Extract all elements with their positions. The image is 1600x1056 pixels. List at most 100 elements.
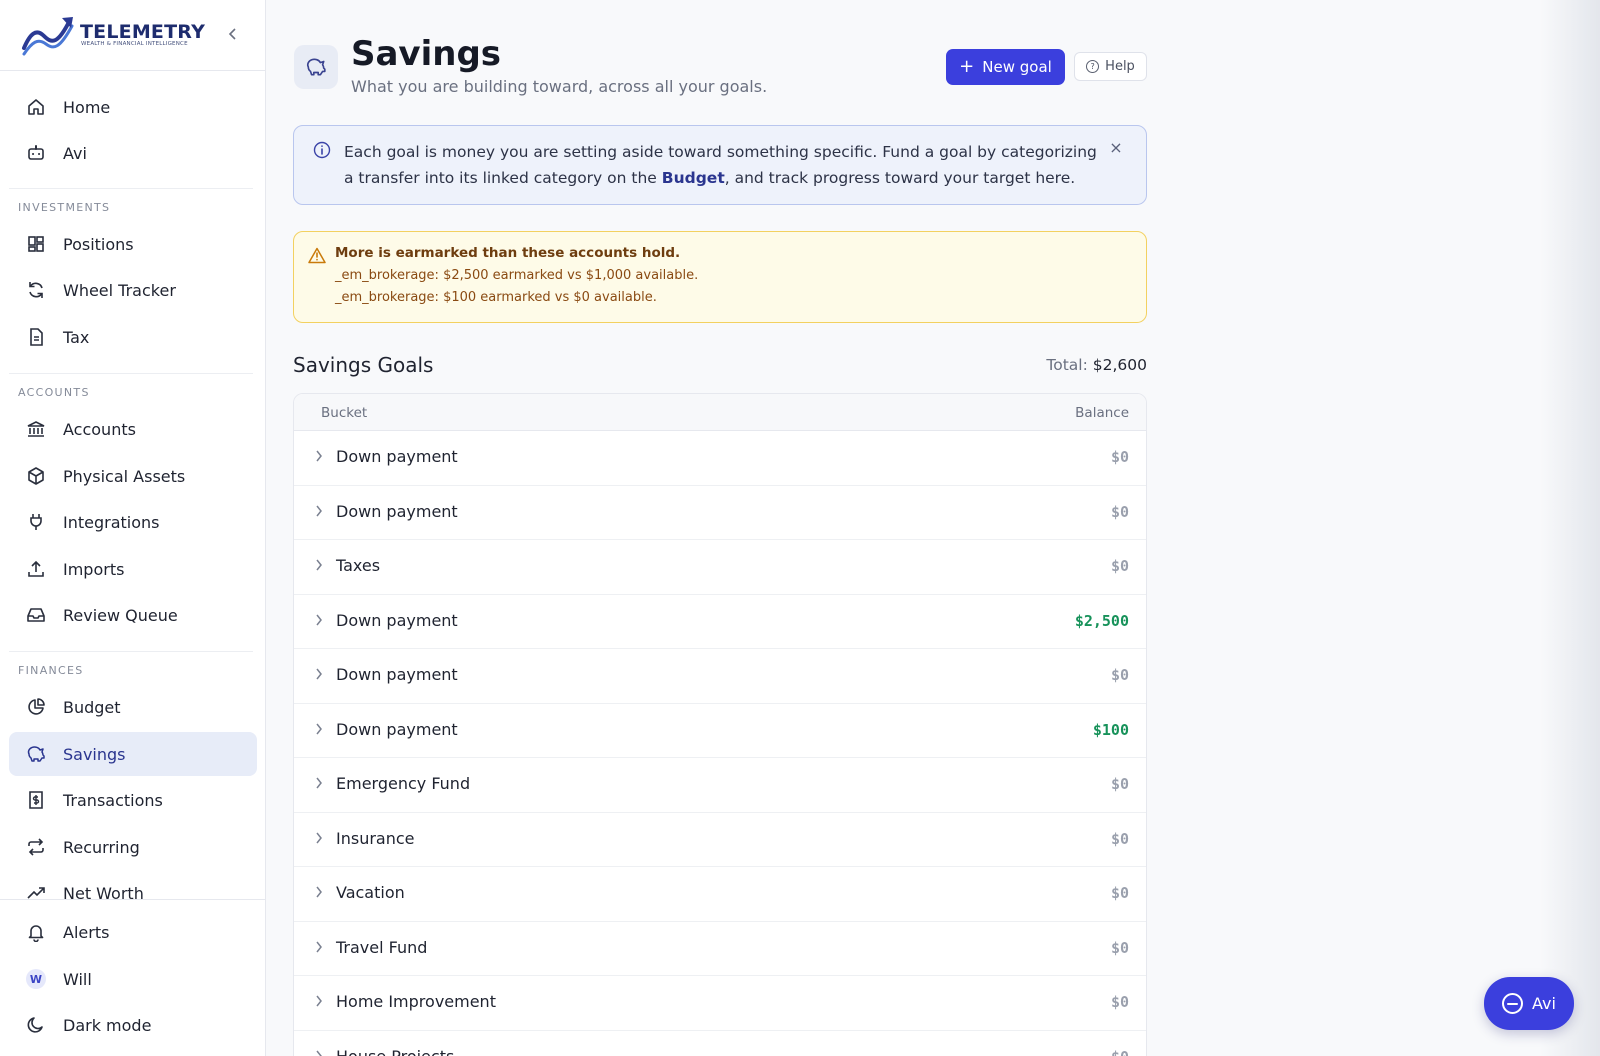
sidebar-item-label: Savings (63, 744, 126, 764)
table-row[interactable]: Home Improvement $0 (294, 976, 1146, 1031)
table-row[interactable]: Down payment $2,500 (294, 595, 1146, 649)
sidebar-item-recurring[interactable]: Recurring (9, 825, 257, 869)
chevron-right-icon[interactable] (312, 504, 326, 518)
document-icon (25, 326, 47, 348)
sidebar-item-tax[interactable]: Tax (9, 315, 257, 359)
bot-icon (25, 142, 47, 164)
table-row[interactable]: Down payment $0 (294, 431, 1146, 486)
chevron-right-icon[interactable] (312, 722, 326, 736)
refresh-icon (25, 279, 47, 301)
pie-chart-icon (25, 696, 47, 718)
chevron-right-icon[interactable] (312, 667, 326, 681)
sidebar-item-label: Accounts (63, 419, 136, 439)
close-icon[interactable]: × (1107, 138, 1125, 157)
sidebar-item-label: Budget (63, 697, 121, 717)
sidebar-item-budget[interactable]: Budget (9, 685, 257, 729)
table-row[interactable]: Taxes $0 (294, 540, 1146, 595)
divider (9, 651, 253, 652)
bell-icon (25, 921, 47, 943)
sidebar-item-physical-assets[interactable]: Physical Assets (9, 454, 257, 498)
goal-balance: $0 (1110, 557, 1129, 575)
help-button[interactable]: ? Help (1074, 52, 1147, 81)
sidebar-item-savings[interactable]: Savings (9, 732, 257, 776)
section-label-accounts: ACCOUNTS (18, 386, 90, 399)
new-goal-button[interactable]: + New goal (946, 49, 1065, 85)
sidebar-item-imports[interactable]: Imports (9, 547, 257, 591)
warning-line: _em_brokerage: $100 earmarked vs $0 avai… (335, 290, 657, 305)
chevron-right-icon[interactable] (312, 885, 326, 899)
goal-balance: $0 (1110, 448, 1129, 466)
bank-icon (25, 418, 47, 440)
budget-link[interactable]: Budget (662, 169, 725, 187)
info-text: Each goal is money you are setting aside… (344, 139, 1104, 191)
sidebar-item-label: Physical Assets (63, 466, 186, 486)
sidebar-item-alerts[interactable]: Alerts (9, 910, 257, 954)
goal-name: Travel Fund (336, 937, 428, 957)
moon-icon (25, 1014, 47, 1036)
chevron-right-icon[interactable] (312, 613, 326, 627)
sidebar-item-integrations[interactable]: Integrations (9, 500, 257, 544)
divider (9, 373, 253, 374)
collapse-sidebar-button[interactable] (224, 25, 242, 43)
sidebar-item-label: Will (63, 969, 92, 989)
chevron-right-icon[interactable] (312, 831, 326, 845)
warning-title: More is earmarked than these accounts ho… (335, 245, 681, 261)
chevron-right-icon[interactable] (312, 558, 326, 572)
table-row[interactable]: Vacation $0 (294, 867, 1146, 922)
telemetry-logo-icon (22, 17, 74, 56)
goal-balance: $0 (1110, 502, 1129, 521)
chevron-right-icon[interactable] (312, 940, 326, 954)
sidebar-item-positions[interactable]: Positions (9, 222, 257, 266)
goal-balance: $0 (1110, 938, 1129, 957)
edge-shadow (1540, 0, 1600, 1056)
divider (9, 188, 253, 189)
sidebar-item-dark-mode[interactable]: Dark mode (9, 1003, 257, 1047)
info-icon (313, 141, 331, 159)
home-icon (25, 96, 47, 118)
sidebar-item-transactions[interactable]: Transactions (9, 778, 257, 822)
sidebar-item-wheel-tracker[interactable]: Wheel Tracker (9, 268, 257, 312)
column-header-bucket: Bucket (321, 405, 368, 421)
table-row[interactable]: Insurance $0 (294, 813, 1146, 867)
total-label: Total: (1046, 356, 1088, 374)
total-value: $2,600 (1092, 356, 1147, 374)
table-row[interactable]: Down payment $0 (294, 649, 1146, 704)
table-row[interactable]: House Projects $0 (294, 1031, 1146, 1056)
box-icon (25, 465, 47, 487)
chevron-right-icon[interactable] (312, 994, 326, 1008)
sidebar-item-accounts[interactable]: Accounts (9, 407, 257, 451)
inbox-icon (25, 604, 47, 626)
chevron-right-icon[interactable] (312, 776, 326, 790)
goal-balance: $0 (1110, 884, 1129, 902)
table-row[interactable]: Down payment $0 (294, 486, 1146, 540)
goal-name: Down payment (336, 501, 458, 521)
sidebar-item-review-queue[interactable]: Review Queue (9, 593, 257, 637)
sidebar-item-home[interactable]: Home (9, 85, 257, 129)
avatar: W (26, 969, 46, 989)
table-row[interactable]: Down payment $100 (294, 704, 1146, 758)
receipt-icon (25, 789, 47, 811)
avi-chat-button[interactable]: Avi (1484, 977, 1574, 1030)
goal-balance: $100 (1092, 720, 1129, 739)
goals-total: Total: $2,600 (1046, 356, 1147, 374)
chevron-right-icon[interactable] (312, 1049, 326, 1056)
sidebar-item-label: Tax (63, 327, 90, 347)
table-row[interactable]: Travel Fund $0 (294, 922, 1146, 976)
goal-name: Vacation (336, 883, 405, 902)
goal-name: Down payment (336, 719, 458, 739)
brand[interactable]: TELEMETRY WEALTH & FINANCIAL INTELLIGENC… (0, 0, 265, 71)
sidebar-item-user[interactable]: W Will (9, 957, 257, 1001)
brand-name: TELEMETRY (80, 21, 206, 43)
goal-name: Emergency Fund (336, 774, 471, 793)
warning-line: _em_brokerage: $2,500 earmarked vs $1,00… (335, 268, 699, 283)
sidebar-item-avi[interactable]: Avi (9, 131, 257, 175)
sidebar-item-label: Review Queue (63, 605, 178, 625)
chevron-right-icon[interactable] (312, 449, 326, 463)
table-row[interactable]: Emergency Fund $0 (294, 758, 1146, 813)
goal-balance: $0 (1110, 775, 1129, 793)
info-text-after: , and track progress toward your target … (724, 169, 1076, 187)
goal-name: Insurance (336, 828, 415, 848)
info-banner: Each goal is money you are setting aside… (293, 125, 1147, 205)
goal-balance: $0 (1110, 829, 1129, 848)
table-header: Bucket Balance (294, 394, 1146, 431)
